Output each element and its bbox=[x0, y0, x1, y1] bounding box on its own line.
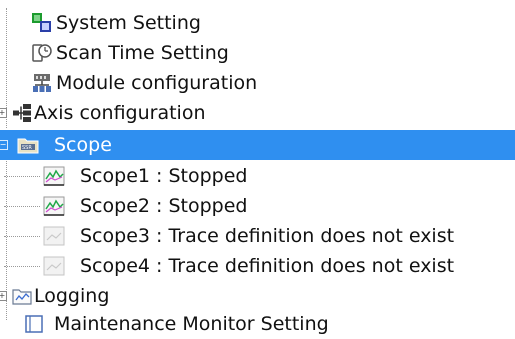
tree-item-scope3[interactable]: Scope3 : Trace definition does not exist bbox=[0, 221, 515, 251]
tree-item-label: Scope3 : Trace definition does not exist bbox=[80, 225, 455, 247]
tree-item-label: Maintenance Monitor Setting bbox=[54, 313, 329, 335]
trace-active-icon bbox=[42, 195, 66, 217]
tree-item-label: Scan Time Setting bbox=[56, 42, 229, 64]
tree-item-system-setting[interactable]: System Setting bbox=[0, 8, 515, 38]
tree-connector bbox=[4, 206, 40, 208]
tree-item-module-configuration[interactable]: Module configuration bbox=[0, 68, 515, 98]
trace-empty-icon bbox=[42, 255, 66, 277]
tree-item-label: Scope2 : Stopped bbox=[80, 195, 248, 217]
tree-connector bbox=[4, 236, 40, 238]
system-setting-icon bbox=[30, 12, 54, 34]
expand-toggle[interactable]: + bbox=[0, 291, 7, 301]
tree-connector bbox=[4, 176, 40, 178]
collapse-toggle[interactable]: − bbox=[0, 140, 8, 150]
tree-item-label: Module configuration bbox=[56, 72, 258, 94]
logging-icon bbox=[10, 285, 34, 307]
tree-item-scope2[interactable]: Scope2 : Stopped bbox=[0, 191, 515, 221]
project-tree: System Setting Scan Time Setting Module … bbox=[0, 0, 515, 335]
tree-item-scope4[interactable]: Scope4 : Trace definition does not exist bbox=[0, 251, 515, 281]
tree-item-label: Scope bbox=[54, 134, 112, 156]
expand-toggle[interactable]: + bbox=[0, 108, 7, 118]
tree-item-scan-time-setting[interactable]: Scan Time Setting bbox=[0, 38, 515, 68]
scan-time-icon bbox=[30, 42, 54, 64]
trace-empty-icon bbox=[42, 225, 66, 247]
tree-item-logging[interactable]: + Logging bbox=[0, 281, 515, 311]
tree-item-scope1[interactable]: Scope1 : Stopped bbox=[0, 161, 515, 191]
svg-text:SSR: SSR bbox=[22, 145, 32, 151]
tree-item-axis-configuration[interactable]: + Axis configuration bbox=[0, 98, 515, 128]
tree-connector bbox=[4, 266, 40, 268]
maintenance-icon bbox=[22, 313, 46, 335]
tree-item-label: Scope4 : Trace definition does not exist bbox=[80, 255, 455, 277]
axis-config-icon bbox=[10, 102, 34, 124]
tree-item-label: Logging bbox=[34, 285, 110, 307]
tree-item-label: System Setting bbox=[56, 12, 201, 34]
scope-folder-icon: SSR bbox=[16, 134, 40, 156]
module-config-icon bbox=[30, 72, 54, 94]
tree-item-maintenance-monitor[interactable]: Maintenance Monitor Setting bbox=[0, 309, 515, 339]
tree-item-scope[interactable]: − SSR Scope bbox=[0, 130, 515, 160]
tree-item-label: Axis configuration bbox=[34, 102, 206, 124]
trace-active-icon bbox=[42, 165, 66, 187]
tree-item-label: Scope1 : Stopped bbox=[80, 165, 248, 187]
